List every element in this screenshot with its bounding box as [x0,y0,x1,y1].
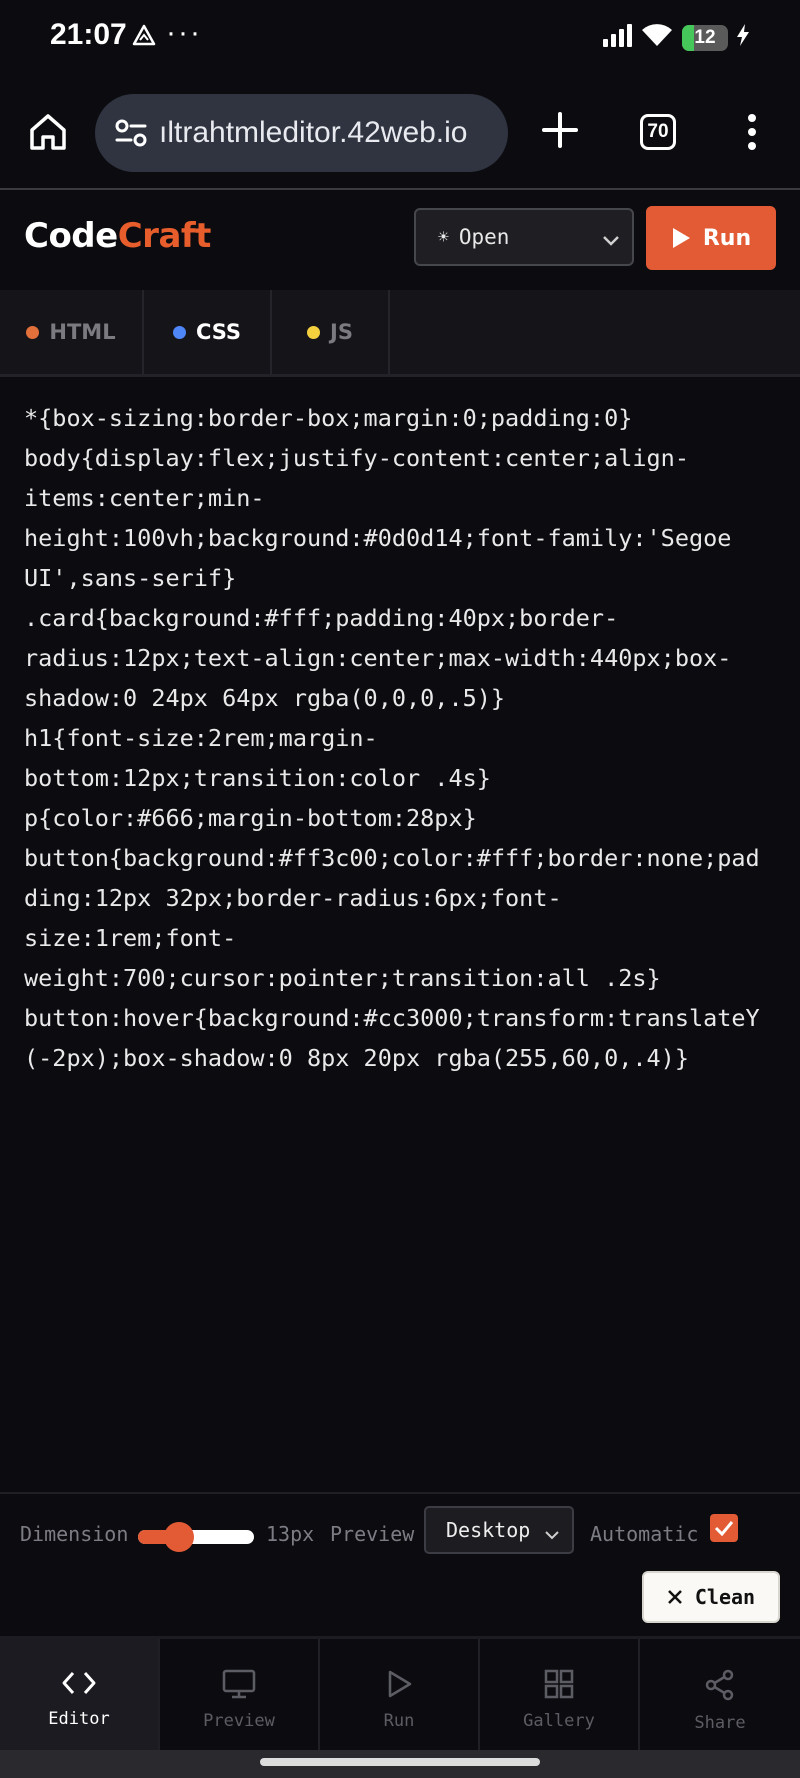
code-line: shadow:0 24px 64px rgba(0,0,0,.5)} [24,684,506,712]
url-text[interactable]: ıltrahtmleditor.42web.io [159,116,468,150]
automatic-label: Automatic [590,1522,699,1546]
code-line: weight:700;cursor:pointer;transition:all… [24,964,661,992]
site-settings-icon[interactable] [111,113,151,153]
code-line: radius:12px;text-align:center;max-width:… [24,644,732,672]
open-dropdown-value: Open [458,225,510,249]
code-line: *{box-sizing:border-box;margin:0;padding… [24,404,633,432]
code-line: button{background:#ff3c00;color:#fff;bor… [24,844,760,872]
codecraft-logo: CodeCraft [24,216,211,256]
language-tabs: HTML CSS JS [0,290,800,377]
editor-settings: Dimension 13px Preview Desktop Automatic [0,1492,800,1576]
status-bar: 21:07 ··· 12 [0,0,800,80]
share-icon [705,1669,734,1701]
warning-icon [132,24,156,51]
charging-icon [736,23,750,52]
chevron-down-icon [602,228,620,252]
home-icon[interactable] [26,110,70,154]
chevron-down-icon [544,1522,560,1546]
tab-switcher-button[interactable]: 70 [640,114,676,150]
nav-run[interactable]: Run [320,1639,480,1753]
tab-html[interactable]: HTML [0,290,144,374]
automatic-checkbox[interactable] [710,1514,738,1542]
nav-editor[interactable]: Editor [0,1639,160,1753]
clean-button[interactable]: Clean [642,1571,780,1623]
more-notifications-icon: ··· [166,16,202,49]
browser-toolbar: ıltrahtmleditor.42web.io 70 [0,80,800,190]
wifi-icon [640,22,674,53]
sun-icon: ☀ [438,226,449,248]
new-tab-icon[interactable] [540,110,580,150]
js-dot [307,325,321,339]
open-dropdown[interactable]: ☀ Open [414,208,634,266]
overflow-menu-icon[interactable] [740,110,764,154]
code-line: body{display:flex;justify-content:center… [24,444,689,472]
code-line: height:100vh;background:#0d0d14;font-fam… [24,524,732,552]
code-line: .card{background:#fff;padding:40px;borde… [24,604,619,632]
code-line: UI',sans-serif} [24,564,237,592]
close-icon [668,1590,682,1604]
code-editor[interactable]: *{box-sizing:border-box;margin:0;padding… [24,398,784,1078]
run-button-label: Run [702,225,752,251]
clean-button-label: Clean [694,1585,756,1609]
code-line: h1{font-size:2rem;margin- [24,724,378,752]
run-button[interactable]: Run [646,206,776,270]
dimension-slider-handle[interactable] [164,1522,194,1552]
play-icon [672,228,690,248]
css-dot [172,325,186,339]
battery-level: 12 [694,26,716,48]
device-select-value: Desktop [446,1518,531,1542]
address-bar[interactable]: ıltrahtmleditor.42web.io [95,94,508,172]
battery-icon: 12 [682,24,728,51]
signal-icon [602,23,632,52]
grid-icon [544,1669,574,1699]
code-line: (-2px);box-shadow:0 8px 20px rgba(255,60… [24,1044,689,1072]
html-dot [26,325,40,339]
code-line: button:hover{background:#cc3000;transfor… [24,1004,760,1032]
code-line: items:center;min- [24,484,265,512]
app-header: CodeCraft ☀ Open Run [0,190,800,294]
code-line: size:1rem;font- [24,924,237,952]
bottom-navigation: Editor Preview Run Gallery Share [0,1636,800,1753]
tab-css[interactable]: CSS [144,290,272,374]
code-icon [62,1671,96,1695]
status-time: 21:07 [50,18,127,51]
nav-share[interactable]: Share [640,1639,800,1753]
code-line: ding:12px 32px;border-radius:6px;font- [24,884,562,912]
code-line: bottom:12px;transition:color .4s} [24,764,491,792]
play-icon [388,1670,412,1698]
dimension-label: Dimension [20,1522,129,1546]
tab-js[interactable]: JS [272,290,390,374]
nav-preview[interactable]: Preview [160,1639,320,1753]
preview-device-select[interactable]: Desktop [424,1506,574,1554]
nav-gallery[interactable]: Gallery [480,1639,640,1753]
preview-label: Preview [330,1522,415,1546]
home-indicator[interactable] [260,1758,540,1766]
code-line: p{color:#666;margin-bottom:28px} [24,804,477,832]
dimension-value: 13px [266,1522,315,1546]
system-gesture-bar [0,1750,800,1778]
monitor-icon [222,1669,256,1699]
checkmark-icon [714,1521,734,1536]
